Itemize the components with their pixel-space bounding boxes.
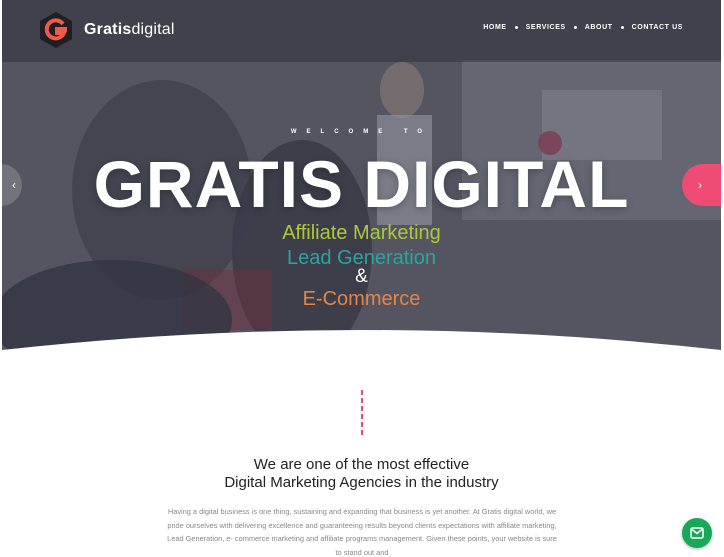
chat-button[interactable] (682, 518, 712, 548)
hero-line-ampersand: & (355, 266, 368, 287)
nav-contact-us[interactable]: CONTACT US (632, 24, 683, 31)
chevron-left-icon: ‹ (12, 178, 16, 192)
menu-separator (573, 26, 577, 29)
hero-line-ecommerce: E-Commerce (302, 288, 421, 310)
top-navigation: Gratisdigital HOME SERVICES ABOUT CONTAC… (2, 0, 721, 62)
chevron-right-icon: › (698, 178, 702, 192)
nav-about[interactable]: ABOUT (585, 24, 613, 31)
main-menu: HOME SERVICES ABOUT CONTACT US (483, 24, 683, 31)
hero-welcome-text: WELCOME TO (290, 129, 433, 135)
intro-heading-line2: Digital Marketing Agencies in the indust… (224, 474, 499, 491)
slider-next-button[interactable]: › (682, 164, 721, 206)
page: WELCOME TO GRATIS DIGITAL Affiliate Mark… (2, 0, 721, 557)
brand-name: Gratisdigital (84, 21, 175, 38)
hero-section: WELCOME TO GRATIS DIGITAL Affiliate Mark… (2, 0, 721, 365)
section-divider (361, 390, 363, 438)
mouse-scroll-icon[interactable] (353, 348, 367, 370)
brand-logo[interactable]: Gratisdigital (38, 11, 175, 49)
hero-title: GRATIS DIGITAL (93, 147, 630, 221)
intro-paragraph: Having a digital business is one thing, … (167, 507, 557, 557)
menu-separator (514, 26, 518, 29)
hero-line-affiliate: Affiliate Marketing (282, 222, 441, 244)
menu-separator (620, 26, 624, 29)
logo-g-icon (40, 12, 72, 48)
chat-mail-icon (690, 527, 704, 539)
nav-home[interactable]: HOME (483, 24, 506, 31)
nav-services[interactable]: SERVICES (526, 24, 566, 31)
intro-heading-line1: We are one of the most effective (253, 456, 470, 473)
